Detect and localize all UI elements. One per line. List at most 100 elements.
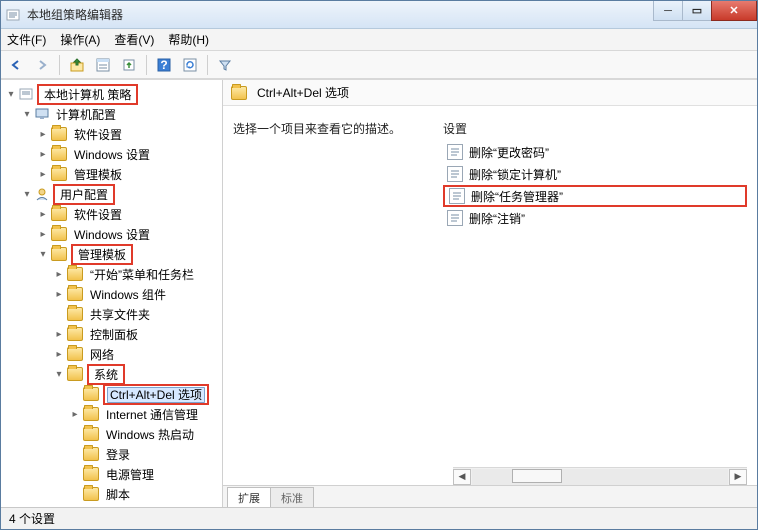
expand-icon[interactable]: ▸ bbox=[37, 128, 49, 140]
collapse-icon[interactable]: ▾ bbox=[21, 108, 33, 120]
tree-uc-admin[interactable]: ▾ 管理模板 bbox=[37, 244, 222, 264]
toolbar-separator bbox=[59, 55, 60, 75]
details-body: 选择一个项目来查看它的描述。 设置 删除“更改密码” 删除“锁定计算机” bbox=[223, 106, 757, 467]
forward-button[interactable] bbox=[31, 54, 53, 76]
back-button[interactable] bbox=[5, 54, 27, 76]
filter-button[interactable] bbox=[214, 54, 236, 76]
tree-system[interactable]: ▾ 系统 bbox=[53, 364, 222, 384]
policy-icon bbox=[19, 87, 33, 101]
menu-view[interactable]: 查看(V) bbox=[114, 31, 154, 48]
minimize-button[interactable]: ─ bbox=[653, 1, 683, 21]
horizontal-scrollbar[interactable]: ◀ ▶ bbox=[453, 467, 747, 485]
tree-cc-software[interactable]: ▸软件设置 bbox=[37, 124, 222, 144]
menu-action[interactable]: 操作(A) bbox=[60, 31, 100, 48]
folder-icon bbox=[83, 427, 99, 441]
tree-root[interactable]: ▾ 本地计算机 策略 bbox=[5, 84, 222, 104]
title-bar: 本地组策略编辑器 ─ ▭ ✕ bbox=[1, 1, 757, 29]
column-header-settings[interactable]: 设置 bbox=[443, 120, 747, 137]
collapse-icon[interactable]: ▾ bbox=[21, 188, 33, 200]
tree-control-panel[interactable]: ▸控制面板 bbox=[53, 324, 222, 344]
close-button[interactable]: ✕ bbox=[711, 1, 757, 21]
folder-icon bbox=[51, 227, 67, 241]
setting-icon bbox=[447, 210, 463, 226]
tab-standard[interactable]: 标准 bbox=[270, 487, 314, 507]
scroll-track[interactable] bbox=[472, 469, 728, 485]
tree-power[interactable]: ▸电源管理 bbox=[69, 464, 222, 484]
folder-icon bbox=[51, 167, 67, 181]
folder-icon bbox=[83, 467, 99, 481]
tree-pane[interactable]: ▾ 本地计算机 策略 ▾ 计算机配置 ▸软件设置 ▸Windows 设置 bbox=[1, 80, 223, 507]
tree-uc-windows[interactable]: ▸Windows 设置 bbox=[37, 224, 222, 244]
toolbar-separator bbox=[146, 55, 147, 75]
tree-win-hotstart[interactable]: ▸Windows 热启动 bbox=[69, 424, 222, 444]
setting-item-change-password[interactable]: 删除“更改密码” bbox=[443, 141, 747, 163]
help-button[interactable]: ? bbox=[153, 54, 175, 76]
setting-item-taskmgr[interactable]: 删除“任务管理器” bbox=[443, 185, 747, 207]
folder-icon bbox=[231, 86, 247, 100]
refresh-button[interactable] bbox=[179, 54, 201, 76]
collapse-icon[interactable]: ▾ bbox=[5, 88, 17, 100]
status-text: 4 个设置 bbox=[9, 510, 55, 527]
maximize-button[interactable]: ▭ bbox=[682, 1, 712, 21]
description-column: 选择一个项目来查看它的描述。 bbox=[233, 114, 443, 467]
highlight-box: Ctrl+Alt+Del 选项 bbox=[103, 384, 209, 405]
expand-icon[interactable]: ▸ bbox=[53, 288, 65, 300]
expand-icon[interactable]: ▸ bbox=[37, 168, 49, 180]
tree-win-components[interactable]: ▸Windows 组件 bbox=[53, 284, 222, 304]
expand-icon[interactable]: ▸ bbox=[53, 348, 65, 360]
tree-cc-windows[interactable]: ▸Windows 设置 bbox=[37, 144, 222, 164]
tree-ctrl-alt-del[interactable]: ▸Ctrl+Alt+Del 选项 bbox=[69, 384, 222, 404]
highlight-box: 系统 bbox=[87, 364, 125, 385]
tree-computer-config[interactable]: ▾ 计算机配置 bbox=[21, 104, 222, 124]
highlight-box: 管理模板 bbox=[71, 244, 133, 265]
properties-button[interactable] bbox=[92, 54, 114, 76]
settings-list: 删除“更改密码” 删除“锁定计算机” 删除“任务管理器” bbox=[443, 141, 747, 229]
expand-icon[interactable]: ▸ bbox=[69, 408, 81, 420]
description-text: 选择一个项目来查看它的描述。 bbox=[233, 120, 443, 137]
export-button[interactable] bbox=[118, 54, 140, 76]
expand-icon[interactable]: ▸ bbox=[37, 208, 49, 220]
tab-extended[interactable]: 扩展 bbox=[227, 487, 271, 507]
tree-internet-comm[interactable]: ▸Internet 通信管理 bbox=[69, 404, 222, 424]
folder-icon bbox=[67, 327, 83, 341]
folder-icon bbox=[67, 267, 83, 281]
folder-icon bbox=[83, 487, 99, 501]
menu-file[interactable]: 文件(F) bbox=[7, 31, 46, 48]
scroll-right-button[interactable]: ▶ bbox=[729, 469, 747, 485]
up-button[interactable] bbox=[66, 54, 88, 76]
collapse-icon[interactable]: ▾ bbox=[37, 248, 49, 260]
expand-icon[interactable]: ▸ bbox=[37, 148, 49, 160]
computer-icon bbox=[35, 107, 49, 121]
tree-shared-folders[interactable]: ▸共享文件夹 bbox=[53, 304, 222, 324]
menu-bar: 文件(F) 操作(A) 查看(V) 帮助(H) bbox=[1, 29, 757, 51]
highlight-box: 本地计算机 策略 bbox=[37, 84, 138, 105]
folder-icon bbox=[67, 367, 83, 381]
details-pane: Ctrl+Alt+Del 选项 选择一个项目来查看它的描述。 设置 删除“更改密… bbox=[223, 80, 757, 507]
tree-start-taskbar[interactable]: ▸“开始”菜单和任务栏 bbox=[53, 264, 222, 284]
app-icon bbox=[5, 7, 21, 23]
tree-scripts[interactable]: ▸脚本 bbox=[69, 484, 222, 504]
menu-help[interactable]: 帮助(H) bbox=[168, 31, 209, 48]
folder-icon bbox=[51, 207, 67, 221]
folder-icon bbox=[83, 387, 99, 401]
setting-item-logoff[interactable]: 删除“注销” bbox=[443, 207, 747, 229]
highlight-box: 用户配置 bbox=[53, 184, 115, 205]
collapse-icon[interactable]: ▾ bbox=[53, 368, 65, 380]
status-bar: 4 个设置 bbox=[1, 507, 757, 529]
setting-item-lock[interactable]: 删除“锁定计算机” bbox=[443, 163, 747, 185]
scroll-thumb[interactable] bbox=[512, 469, 562, 483]
tree-cc-admin[interactable]: ▸管理模板 bbox=[37, 164, 222, 184]
expand-icon[interactable]: ▸ bbox=[37, 228, 49, 240]
folder-icon bbox=[51, 247, 67, 261]
tree-network[interactable]: ▸网络 bbox=[53, 344, 222, 364]
scroll-left-button[interactable]: ◀ bbox=[453, 469, 471, 485]
tree-login[interactable]: ▸登录 bbox=[69, 444, 222, 464]
details-header: Ctrl+Alt+Del 选项 bbox=[223, 80, 757, 106]
tree-uc-software[interactable]: ▸软件设置 bbox=[37, 204, 222, 224]
expand-icon[interactable]: ▸ bbox=[53, 268, 65, 280]
toolbar: ? bbox=[1, 51, 757, 79]
content-area: ▾ 本地计算机 策略 ▾ 计算机配置 ▸软件设置 ▸Windows 设置 bbox=[1, 79, 757, 507]
tree-user-config[interactable]: ▾ 用户配置 bbox=[21, 184, 222, 204]
expand-icon[interactable]: ▸ bbox=[53, 328, 65, 340]
folder-icon bbox=[67, 347, 83, 361]
